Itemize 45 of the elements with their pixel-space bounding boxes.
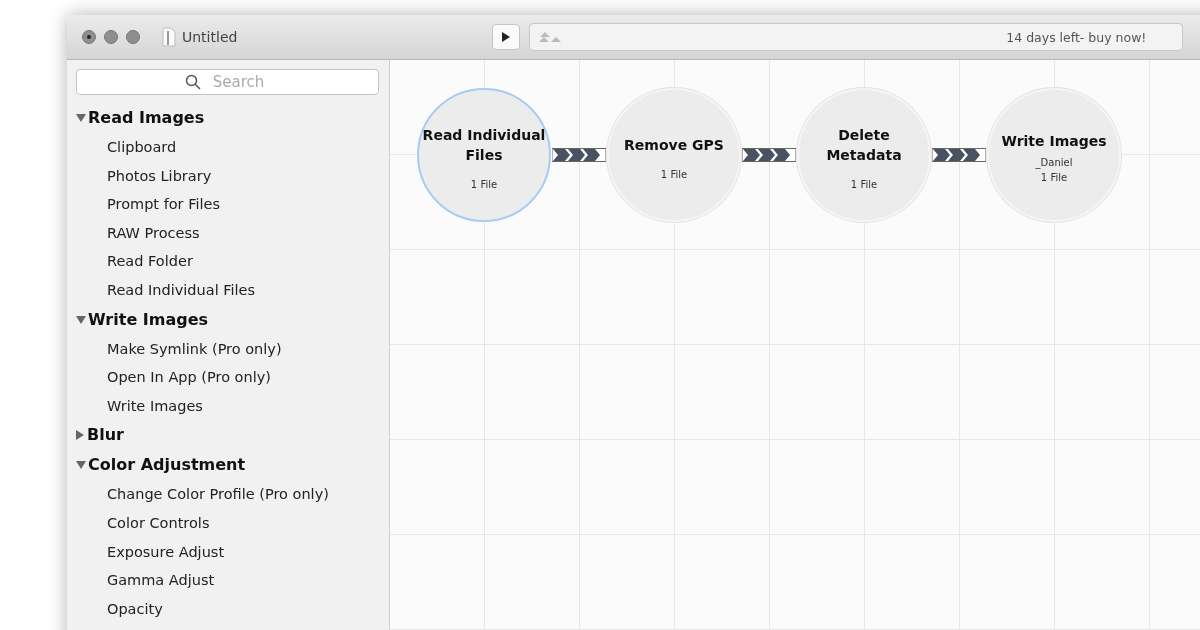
sidebar-item[interactable]: RAW Process [76, 218, 379, 248]
workflow-node[interactable]: Write Images _Daniel 1 File [987, 88, 1121, 222]
document-icon [162, 27, 176, 47]
sidebar-item[interactable]: Change Color Profile (Pro only) [76, 480, 379, 509]
file-count: 1 File [850, 178, 878, 190]
search-icon [184, 74, 201, 90]
sidebar-item[interactable]: Photos Library [76, 161, 379, 191]
triangles-icon [538, 31, 563, 43]
node-title: Read Individual Files [421, 125, 547, 165]
category-header[interactable]: Blur [76, 420, 379, 451]
workflow-node[interactable]: Read Individual Files 1 File [417, 88, 551, 222]
sidebar-item[interactable]: Color Controls [76, 508, 379, 538]
node-title: Write Images [1001, 132, 1107, 151]
trial-status-text[interactable]: 14 days left- buy now! [1006, 29, 1147, 45]
search-field[interactable]: Search [76, 69, 379, 95]
play-icon [501, 31, 512, 43]
zoom-button[interactable] [126, 30, 140, 44]
sidebar-item[interactable]: Opacity [76, 594, 379, 624]
node-title: Delete Metadata [825, 125, 903, 165]
sidebar-item[interactable]: Clipboard [76, 133, 379, 162]
workflow-node[interactable]: Delete Metadata 1 File [797, 88, 931, 222]
category-header[interactable]: Read Images [76, 103, 379, 133]
file-count: 1 File [470, 178, 498, 190]
connector-arrow [932, 148, 986, 162]
sidebar-item[interactable]: Open In App (Pro only) [76, 363, 379, 392]
connector-arrow [742, 148, 796, 162]
file-count: 1 File [1040, 172, 1068, 183]
connector-arrow [552, 148, 606, 162]
node-detail: _Daniel [1035, 157, 1073, 168]
node-title: Remove GPS [624, 135, 724, 155]
run-button[interactable] [492, 24, 521, 50]
sidebar-item[interactable]: Exposure Adjust [76, 537, 379, 567]
sidebar-item[interactable]: Gamma Adjust [76, 566, 379, 595]
minimize-button[interactable] [104, 30, 118, 44]
sidebar-item[interactable]: Read Individual Files [76, 275, 379, 305]
sidebar-item[interactable]: Read Folder [76, 247, 379, 276]
sidebar-item[interactable]: Write Images [76, 391, 379, 421]
category-header[interactable]: Write Images [76, 304, 379, 335]
sidebar-item[interactable]: Make Symlink (Pro only) [76, 334, 379, 364]
workflow-node[interactable]: Remove GPS 1 File [607, 88, 741, 222]
file-count: 1 File [660, 168, 688, 180]
category-header[interactable]: Color Adjustment [76, 450, 379, 481]
window-title: Untitled [182, 29, 238, 45]
sidebar-item[interactable]: Prompt for Files [76, 190, 379, 219]
close-button[interactable] [82, 30, 96, 44]
